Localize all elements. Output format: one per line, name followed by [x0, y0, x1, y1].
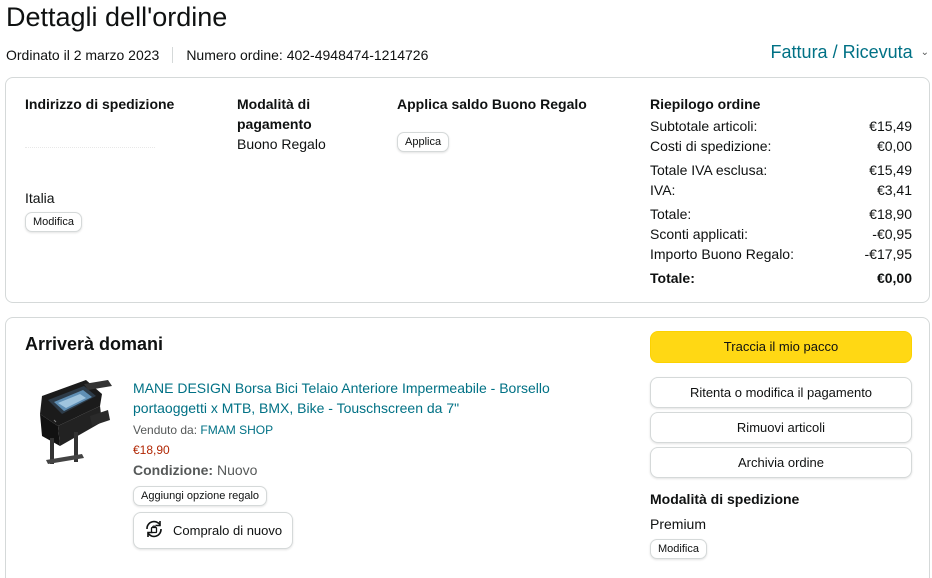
summary-row-label: Costi di spedizione: [650, 138, 772, 154]
shipping-mode-value: Premium [650, 516, 707, 532]
summary-row-value: -€17,95 [864, 246, 912, 262]
summary-row-label: Totale: [650, 206, 692, 222]
condition-label: Condizione: [133, 462, 214, 478]
summary-row: Costi di spedizione: €0,00 [650, 136, 912, 156]
redacted-address [25, 138, 155, 148]
condition-value: Nuovo [217, 462, 258, 478]
invoice-dropdown[interactable]: Fattura / Ricevuta ⌄ [771, 42, 929, 63]
reorder-icon [143, 518, 165, 543]
archive-order-button[interactable]: Archivia ordine [650, 447, 912, 478]
order-meta: Ordinato il 2 marzo 2023 Numero ordine: … [6, 47, 428, 63]
arrival-status: Arriverà domani [25, 334, 164, 354]
summary-row-value: €15,49 [869, 118, 912, 134]
summary-row: Importo Buono Regalo: -€17,95 [650, 244, 912, 264]
remove-items-button[interactable]: Rimuovi articoli [650, 412, 912, 443]
add-gift-option-button[interactable]: Aggiungi opzione regalo [133, 486, 268, 506]
chevron-down-icon: ⌄ [920, 47, 929, 58]
meta-divider [172, 47, 174, 63]
product-info: MANE DESIGN Borsa Bici Telaio Anteriore … [133, 378, 573, 549]
gift-card-heading: Applica saldo Buono Regalo [397, 96, 587, 112]
grand-total-row: Totale: €0,00 [650, 268, 912, 288]
payment-section: Modalità di pagamento Buono Regalo [237, 94, 347, 154]
product-price: €18,90 [133, 443, 170, 457]
retry-payment-button[interactable]: Ritenta o modifica il pagamento [650, 377, 912, 408]
summary-row: Sconti applicati: -€0,95 [650, 224, 912, 244]
track-package-button[interactable]: Traccia il mio pacco [650, 331, 912, 363]
summary-row: Subtotale articoli: €15,49 [650, 116, 912, 136]
sold-by: Venduto da: FMAM SHOP [133, 421, 573, 439]
summary-row-label: Totale IVA esclusa: [650, 162, 768, 178]
payment-method: Buono Regalo [237, 136, 326, 152]
summary-row-value: €15,49 [869, 162, 912, 178]
edit-address-button[interactable]: Modifica [25, 212, 82, 232]
summary-row: Totale: €18,90 [650, 204, 912, 224]
product-condition: Condizione: Nuovo [133, 460, 573, 480]
edit-shipping-mode-button[interactable]: Modifica [650, 539, 707, 559]
product-image[interactable] [28, 376, 116, 472]
payment-heading: Modalità di pagamento [237, 96, 312, 132]
order-summary-card: Indirizzo di spedizione Italia Modifica … [5, 77, 930, 303]
shipment-card: Arriverà domani MANE DESIGN Borsa Bici T… [5, 317, 930, 578]
bike-bag-image [40, 380, 112, 464]
shipping-address-heading: Indirizzo di spedizione [25, 96, 175, 112]
shipping-address-section: Indirizzo di spedizione Italia Modifica [25, 94, 174, 232]
summary-row-value: €3,41 [876, 182, 912, 198]
apply-gift-card-button[interactable]: Applica [397, 132, 450, 152]
shipment-actions: Traccia il mio pacco Ritenta o modifica … [650, 331, 912, 559]
grand-total-label: Totale: [650, 270, 695, 286]
summary-row-label: IVA: [650, 182, 676, 198]
gift-card-section: Applica saldo Buono Regalo Applica [397, 94, 587, 152]
order-date: Ordinato il 2 marzo 2023 [6, 47, 160, 63]
product-title-link[interactable]: MANE DESIGN Borsa Bici Telaio Anteriore … [133, 378, 573, 418]
grand-total-value: €0,00 [876, 270, 912, 286]
sold-by-label: Venduto da: [133, 423, 198, 437]
summary-row-label: Sconti applicati: [650, 226, 749, 242]
seller-link[interactable]: FMAM SHOP [200, 423, 273, 437]
buy-again-button[interactable]: Compralo di nuovo [133, 512, 294, 549]
summary-row: IVA: €3,41 [650, 180, 912, 200]
shipping-country: Italia [25, 190, 55, 206]
summary-row-label: Subtotale articoli: [650, 118, 758, 134]
invoice-link-label[interactable]: Fattura / Ricevuta [771, 42, 913, 63]
order-number: Numero ordine: 402-4948474-1214726 [186, 47, 429, 63]
shipping-mode-heading: Modalità di spedizione [650, 491, 800, 507]
buy-again-label: Compralo di nuovo [173, 523, 283, 538]
summary-row-value: €18,90 [869, 206, 912, 222]
page-title: Dettagli dell'ordine [6, 2, 228, 32]
summary-row-value: -€0,95 [872, 226, 912, 242]
order-summary-heading: Riepilogo ordine [650, 96, 761, 112]
order-summary-section: Riepilogo ordine Subtotale articoli: €15… [650, 94, 912, 288]
summary-row-label: Importo Buono Regalo: [650, 246, 794, 262]
summary-row: Totale IVA esclusa: €15,49 [650, 160, 912, 180]
summary-row-value: €0,00 [876, 138, 912, 154]
